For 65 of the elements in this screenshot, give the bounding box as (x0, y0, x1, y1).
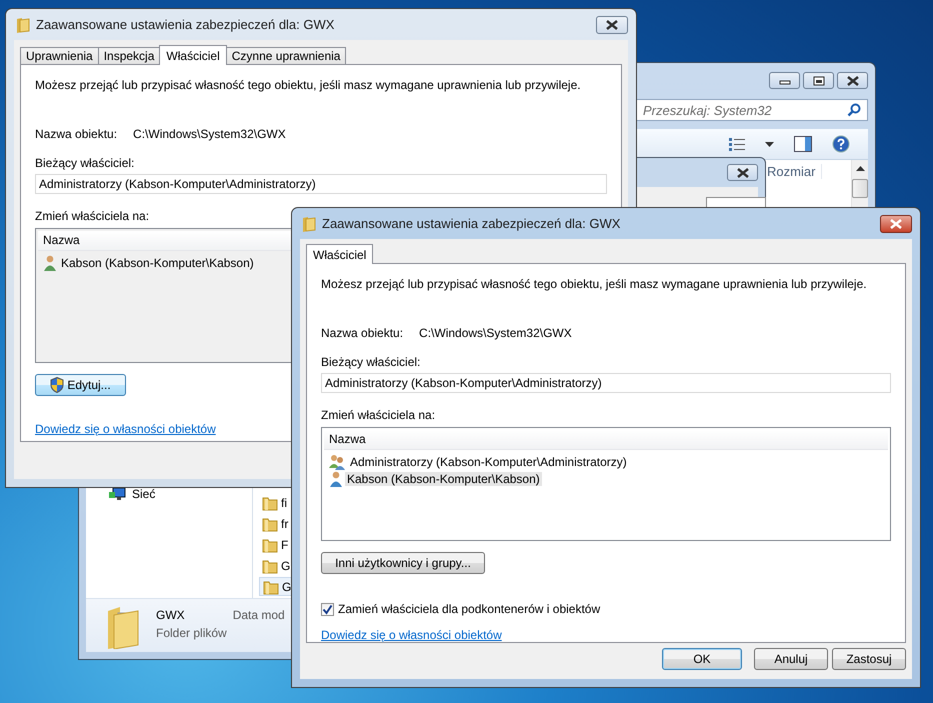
description-text: Możesz przejąć lub przypisać własność tego obiektu, jeśli masz wymagane uprawnienia lub przywileje. (35, 78, 581, 92)
close-icon (605, 20, 619, 30)
user-group-icon (329, 454, 346, 470)
close-icon (889, 218, 903, 228)
caret-icon[interactable] (765, 142, 774, 146)
scroll-thumb[interactable] (852, 179, 868, 198)
close-button[interactable] (837, 72, 868, 89)
close-button[interactable] (727, 164, 758, 181)
folder-icon (262, 558, 278, 574)
change-owner-label: Zmień właściciela na: (35, 209, 150, 223)
tab[interactable]: Właściciel (306, 244, 374, 264)
object-path: C:\Windows\System32\GWX (133, 127, 286, 141)
folder-icon (302, 216, 316, 232)
user-icon (43, 254, 57, 270)
list-item[interactable]: Kabson (Kabson-Komputer\Kabson) (345, 472, 542, 486)
owner-list[interactable]: Nazwa Administratorzy (Kabson-Komputer\Administratorzy) Kabson (Kabson-Komputer\Kabson) (321, 427, 891, 541)
user-icon (329, 470, 343, 486)
change-owner-label: Zmień właściciela na: (321, 408, 436, 422)
minimize-button[interactable] (769, 72, 800, 89)
owner-label: Bieżący właściciel: (321, 355, 420, 369)
close-button[interactable] (880, 214, 912, 232)
owner-field[interactable]: Administratorzy (Kabson-Komputer\Administratorzy) (35, 174, 607, 194)
description-text: Możesz przejąć lub przypisać własność tego obiektu, jeśli masz wymagane uprawnienia lub przywileje. (321, 277, 867, 291)
close-icon (736, 168, 750, 178)
replace-owner-checkbox[interactable]: Zamień właściciela dla podkontenerów i obiektów (321, 602, 600, 616)
restore-icon (812, 76, 826, 86)
file-row[interactable]: G (259, 556, 322, 575)
folder-icon (263, 578, 279, 594)
folder-icon (262, 516, 278, 532)
action-button[interactable]: Edytuj... (35, 374, 126, 396)
file-row[interactable]: fr (259, 514, 322, 533)
action-button[interactable]: Inni użytkownicy i grupy... (321, 552, 485, 574)
window-title: Zaawansowane ustawienia zabezpieczeń dla: GWX (322, 216, 622, 231)
owner-field[interactable]: Administratorzy (Kabson-Komputer\Administratorzy) (321, 373, 891, 393)
object-name-label: Nazwa obiektu: (321, 326, 404, 340)
view-list-icon[interactable] (729, 137, 745, 151)
field-label: Data mod (232, 607, 285, 622)
scroll-up-icon (856, 166, 864, 171)
nav-item[interactable]: Sieć (108, 486, 252, 502)
window-title: Zaawansowane ustawienia zabezpieczeń dla: GWX (36, 17, 336, 32)
folder-icon (16, 16, 30, 32)
list-item[interactable]: Administratorzy (Kabson-Komputer\Administratorzy) (348, 454, 629, 468)
file-row[interactable]: F (259, 535, 322, 554)
folder-icon (106, 605, 140, 649)
item-type: Folder plików (156, 626, 227, 640)
search-field[interactable]: Przeszukaj: System32 (636, 99, 868, 121)
checkmark-icon (322, 604, 333, 614)
owner-label: Bieżący właściciel: (35, 156, 134, 170)
shield-icon (50, 377, 64, 393)
help-icon[interactable] (832, 135, 850, 153)
preview-pane-icon[interactable] (794, 136, 812, 152)
dialog-button[interactable]: Anuluj (754, 648, 828, 670)
help-link[interactable]: Dowiedz się o własności obiektów (35, 422, 216, 436)
object-path: C:\Windows\System32\GWX (419, 326, 572, 340)
folder-icon (262, 536, 278, 552)
dialog-button[interactable]: Zastosuj (832, 648, 906, 670)
item-name: GWX (156, 608, 186, 622)
close-icon (846, 76, 860, 86)
file-row[interactable]: fi (259, 493, 322, 512)
help-link[interactable]: Dowiedz się o własności obiektów (321, 628, 502, 642)
search-icon (847, 103, 861, 117)
dialog-button[interactable]: OK (662, 648, 742, 670)
object-name-label: Nazwa obiektu: (35, 127, 118, 141)
maximize-button[interactable] (803, 72, 834, 89)
folder-icon (262, 494, 278, 510)
